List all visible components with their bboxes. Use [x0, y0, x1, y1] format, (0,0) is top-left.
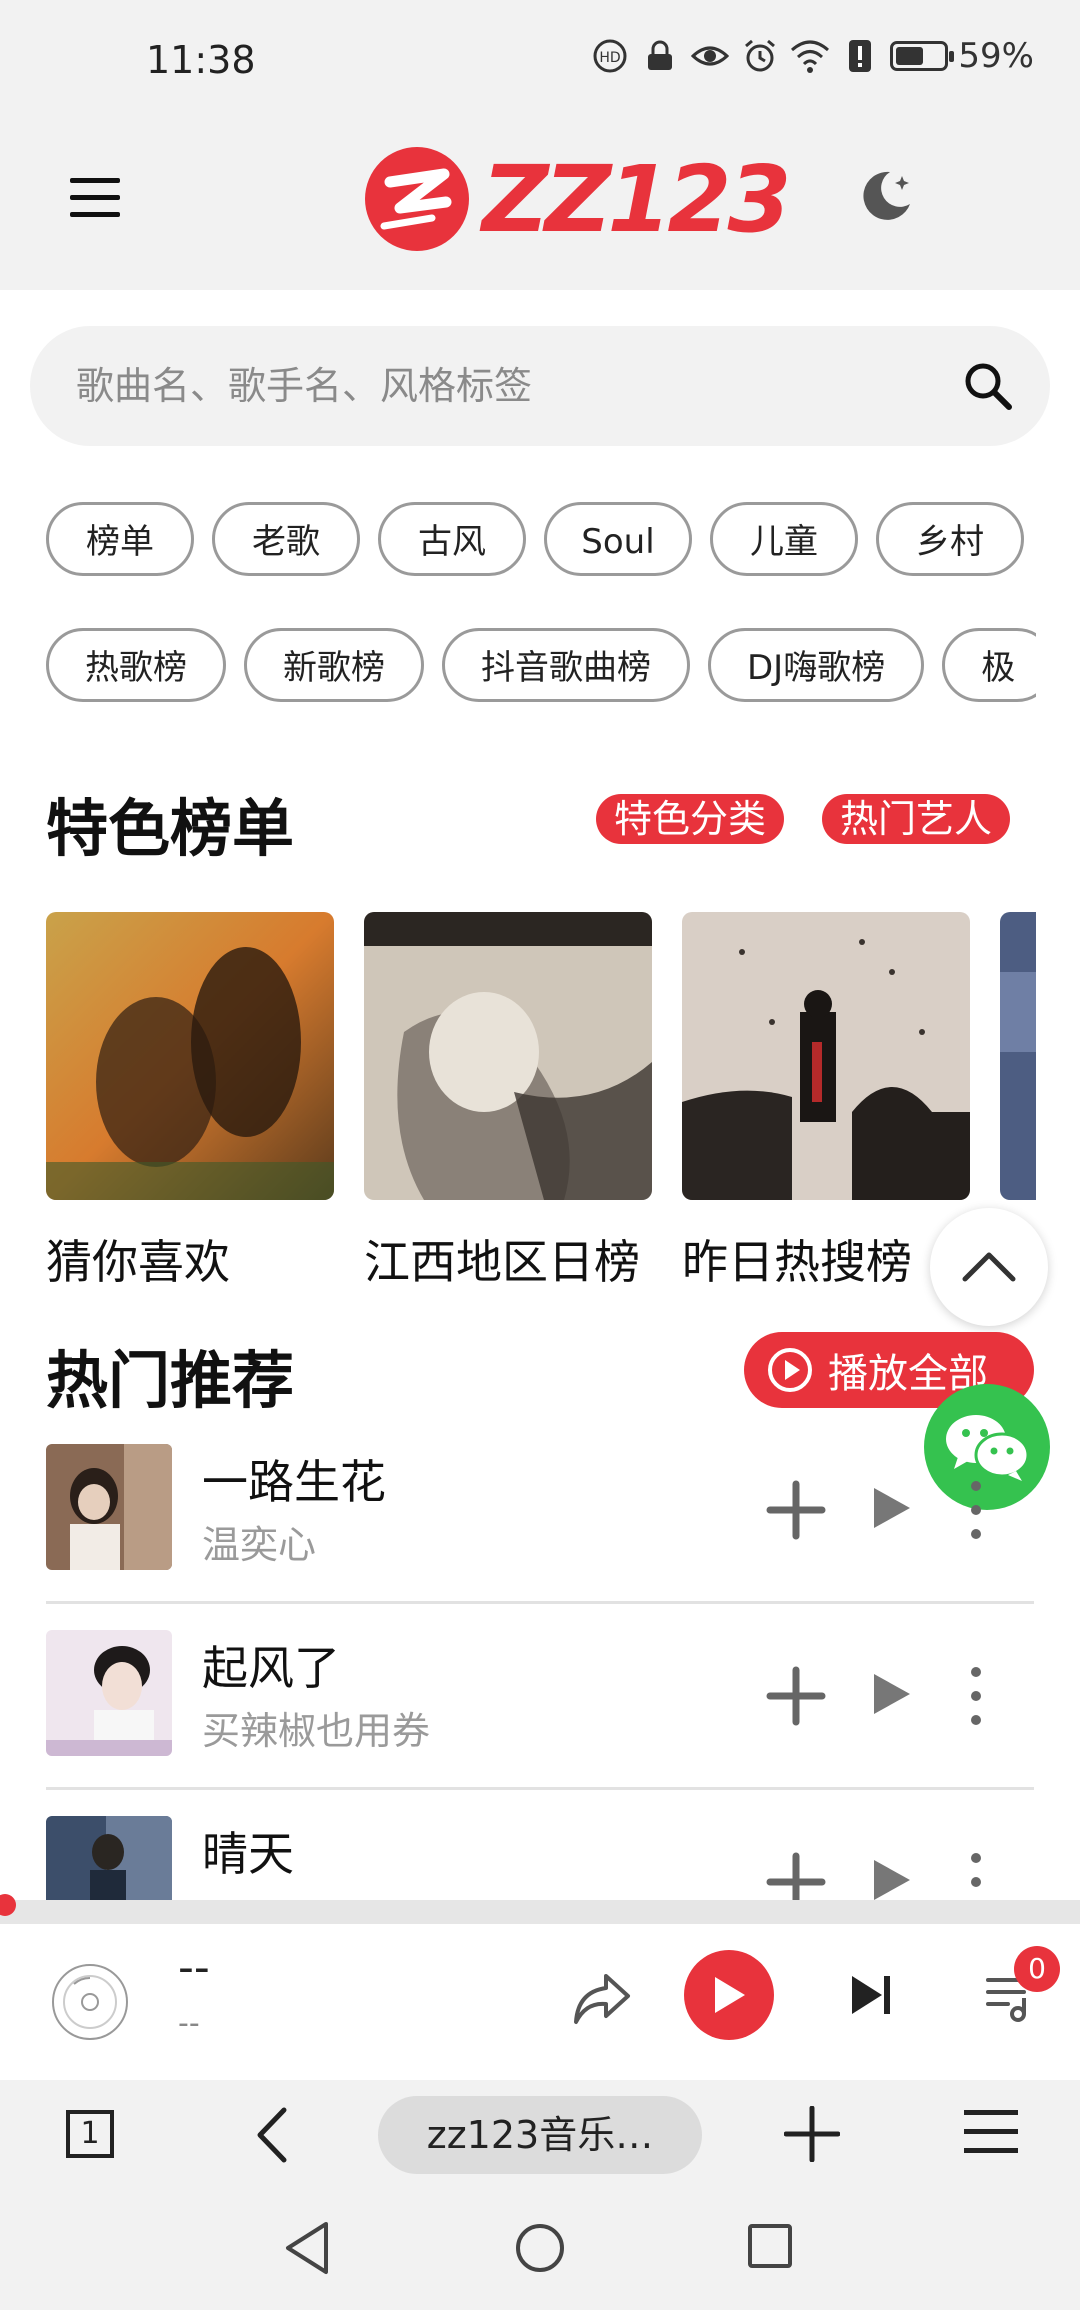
status-time: 11:38 — [146, 38, 256, 82]
wifi-icon — [790, 36, 830, 76]
share-icon[interactable] — [570, 1968, 632, 2030]
site-logo[interactable]: ZZ123 — [362, 144, 791, 254]
song-row[interactable]: 晴天 — [46, 1792, 1034, 1900]
nav-back-triangle-icon[interactable] — [282, 2218, 332, 2278]
chip-ertong[interactable]: 儿童 — [710, 502, 858, 576]
more-options-icon[interactable] — [966, 1478, 986, 1542]
card-cover-image — [1000, 912, 1036, 1200]
lock-icon — [640, 36, 680, 76]
browser-menu-icon[interactable] — [964, 2110, 1018, 2154]
hot-section-title: 热门推荐 — [46, 1344, 295, 1417]
app-header: ZZ123 — [0, 104, 1080, 290]
song-cover-image — [46, 1816, 172, 1900]
featured-section-title: 特色榜单 — [46, 792, 295, 865]
song-artist[interactable]: 买辣椒也用券 — [202, 1700, 430, 1755]
chip-laoge[interactable]: 老歌 — [212, 502, 360, 576]
play-pause-button[interactable] — [684, 1950, 774, 2040]
add-to-list-icon[interactable] — [766, 1852, 826, 1900]
row-divider — [46, 1787, 1034, 1790]
category-chips: 榜单 老歌 古风 Soul 儿童 乡村 — [46, 502, 1036, 576]
song-row[interactable]: 一路生花 温奕心 — [46, 1420, 1034, 1604]
chip-xiangcun[interactable]: 乡村 — [876, 502, 1024, 576]
chip-dj-chart[interactable]: DJ嗨歌榜 — [708, 628, 925, 702]
song-cover-image — [46, 1444, 172, 1570]
featured-card[interactable]: 江西地区日榜 — [364, 912, 652, 1292]
chart-chips: 热歌榜 新歌榜 抖音歌曲榜 DJ嗨歌榜 极 — [46, 628, 1036, 702]
featured-cards: 猜你喜欢 江西地区日榜 昨日热搜榜 — [46, 912, 1036, 1292]
disc-icon — [52, 1964, 128, 2040]
browser-back-icon[interactable] — [252, 2106, 292, 2164]
featured-card[interactable]: 猜你喜欢 — [46, 912, 334, 1292]
browser-toolbar: 1 zz123音乐… — [0, 2080, 1080, 2188]
song-title: 一路生花 — [202, 1455, 386, 1509]
play-circle-icon — [768, 1348, 812, 1392]
system-navigation-bar — [0, 2188, 1080, 2310]
now-playing-artist: -- — [178, 2006, 200, 2041]
more-options-icon[interactable] — [966, 1664, 986, 1728]
logo-text: ZZ123 — [482, 145, 791, 253]
song-cover-image — [46, 1630, 172, 1756]
status-bar: 11:38 HD 59% — [0, 0, 1080, 104]
eye-icon — [690, 36, 730, 76]
featured-card-partial[interactable] — [1000, 912, 1036, 1204]
battery-percent: 59% — [958, 36, 1034, 76]
dark-mode-moon-icon[interactable] — [856, 166, 916, 226]
play-icon[interactable] — [870, 1856, 914, 1900]
chip-hot-chart[interactable]: 热歌榜 — [46, 628, 226, 702]
chip-partial[interactable]: 极 — [942, 628, 1036, 702]
more-options-icon[interactable] — [966, 1850, 986, 1900]
play-icon[interactable] — [870, 1670, 914, 1718]
card-label: 猜你喜欢 — [46, 1235, 230, 1289]
tab-count-button[interactable]: 1 — [66, 2110, 114, 2158]
hamburger-menu-icon[interactable] — [70, 178, 120, 218]
chip-soul[interactable]: Soul — [544, 502, 692, 576]
card-cover-image — [364, 912, 652, 1200]
scroll-to-top-button[interactable] — [930, 1208, 1048, 1326]
sim-icon: HD — [590, 36, 630, 76]
address-bar[interactable]: zz123音乐… — [378, 2096, 702, 2174]
nav-home-circle-icon[interactable] — [516, 2224, 564, 2272]
card-label: 江西地区日榜 — [364, 1235, 640, 1289]
hot-artists-tag[interactable]: 热门艺人 — [822, 794, 1011, 844]
card-label: 昨日热搜榜 — [682, 1235, 912, 1289]
alert-icon — [840, 36, 880, 76]
nav-recents-square-icon[interactable] — [748, 2224, 792, 2268]
queue-count-badge: 0 — [1014, 1946, 1060, 1992]
status-icons: HD 59% — [590, 36, 1034, 76]
now-playing-title: -- — [178, 1942, 210, 1993]
card-cover-image — [682, 912, 970, 1200]
row-divider — [46, 1601, 1034, 1604]
song-row[interactable]: 起风了 买辣椒也用券 — [46, 1606, 1034, 1790]
chip-douyin-chart[interactable]: 抖音歌曲榜 — [442, 628, 690, 702]
playback-progress-bar[interactable] — [0, 1900, 1080, 1924]
play-icon — [715, 1977, 745, 2013]
logo-mark-icon — [365, 147, 469, 251]
song-title: 起风了 — [202, 1641, 340, 1695]
search-input[interactable]: 歌曲名、歌手名、风格标签 — [76, 326, 532, 446]
chip-bangdan[interactable]: 榜单 — [46, 502, 194, 576]
play-icon[interactable] — [870, 1484, 914, 1532]
mini-player: -- -- 0 — [0, 1924, 1080, 2080]
song-title: 晴天 — [202, 1827, 294, 1881]
card-cover-image — [46, 912, 334, 1200]
add-to-list-icon[interactable] — [766, 1480, 826, 1540]
chip-new-chart[interactable]: 新歌榜 — [244, 628, 424, 702]
featured-category-tag[interactable]: 特色分类 — [596, 794, 785, 844]
svg-text:HD: HD — [600, 50, 621, 66]
chip-gufeng[interactable]: 古风 — [378, 502, 526, 576]
featured-card[interactable]: 昨日热搜榜 — [682, 912, 970, 1292]
next-track-icon[interactable] — [846, 1970, 896, 2020]
add-to-list-icon[interactable] — [766, 1666, 826, 1726]
chevron-up-icon — [962, 1252, 1016, 1282]
song-artist[interactable]: 温奕心 — [202, 1514, 316, 1569]
battery-icon — [890, 41, 955, 71]
search-icon[interactable] — [962, 360, 1014, 412]
new-tab-plus-icon[interactable] — [784, 2106, 840, 2162]
search-bar[interactable]: 歌曲名、歌手名、风格标签 — [30, 326, 1050, 446]
alarm-icon — [740, 36, 780, 76]
